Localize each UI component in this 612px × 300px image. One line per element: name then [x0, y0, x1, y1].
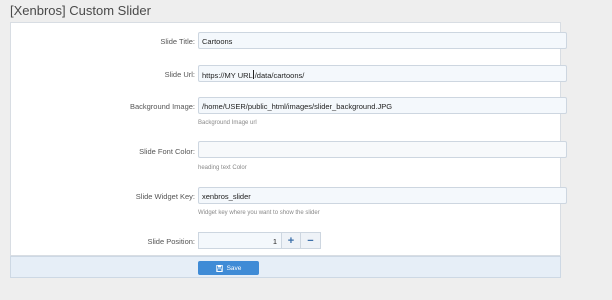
background-image-hint: Background Image url — [198, 120, 257, 126]
slide-title-input[interactable]: Cartoons — [198, 32, 567, 49]
slide-font-color-hint: heading text Color — [198, 165, 247, 171]
page-title: [Xenbros] Custom Slider — [10, 3, 151, 18]
increment-button[interactable]: + — [281, 232, 301, 249]
slide-url-input[interactable]: https://MY URL/data/cartoons/ — [198, 65, 567, 82]
slide-position-input[interactable]: 1 — [198, 232, 281, 249]
slide-font-color-label: Slide Font Color: — [139, 147, 195, 156]
slide-position-stepper: 1 + − — [198, 232, 321, 249]
slide-font-color-input[interactable] — [198, 141, 567, 158]
slide-position-label: Slide Position: — [147, 237, 195, 246]
slide-widget-key-label: Slide Widget Key: — [135, 192, 195, 201]
save-button-label: Save — [226, 264, 242, 272]
slide-url-value-end: /data/cartoons/ — [254, 71, 305, 80]
floppy-disk-icon — [215, 264, 223, 272]
slide-url-label: Slide Url: — [164, 70, 195, 79]
save-button[interactable]: Save — [198, 261, 259, 275]
form-footer: Save — [10, 256, 561, 278]
slide-title-label: Slide Title: — [160, 37, 195, 46]
decrement-button[interactable]: − — [301, 232, 321, 249]
slide-widget-key-input[interactable]: xenbros_slider — [198, 187, 567, 204]
background-image-label: Background Image: — [129, 102, 195, 111]
background-image-input[interactable]: /home/USER/public_html/images/slider_bac… — [198, 97, 567, 114]
slide-url-value-start: https://MY URL — [202, 71, 253, 80]
settings-form: Slide Title: Cartoons Slide Url: https:/… — [10, 22, 567, 256]
slide-widget-key-hint: Widget key where you want to show the sl… — [198, 210, 320, 216]
